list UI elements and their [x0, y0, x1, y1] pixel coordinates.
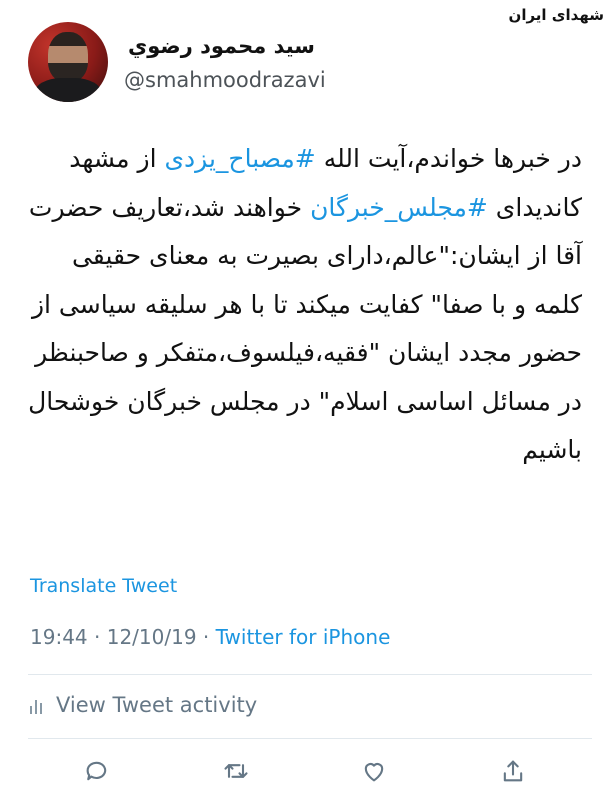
- avatar[interactable]: [28, 22, 108, 102]
- retweet-icon[interactable]: [219, 754, 253, 788]
- tweet-time: 19:44: [30, 625, 88, 649]
- hashtag-link[interactable]: #مصباح_یزدی: [164, 144, 315, 173]
- divider: [28, 674, 592, 675]
- tweet-text-segment: در خبرها خواندم،آیت الله: [315, 144, 582, 173]
- analytics-bars-icon: [30, 696, 42, 714]
- view-tweet-activity-link[interactable]: View Tweet activity: [30, 693, 257, 717]
- display-name[interactable]: سيد محمود رضوي: [128, 34, 315, 58]
- activity-label: View Tweet activity: [56, 693, 258, 717]
- translate-tweet-link[interactable]: Translate Tweet: [30, 575, 177, 597]
- hashtag-link[interactable]: #مجلس_خبرگان: [310, 193, 488, 222]
- like-icon[interactable]: [357, 754, 391, 788]
- tweet-date: 12/10/19: [106, 625, 197, 649]
- meta-separator: ·: [87, 625, 107, 649]
- reply-icon[interactable]: [80, 754, 114, 788]
- tweet-text-segment: خواهند شد،تعاریف حضرت آقا از ایشان:"عالم…: [28, 192, 582, 465]
- tweet-meta: 19:44 · 12/10/19 · Twitter for iPhone: [30, 625, 390, 649]
- divider: [28, 738, 592, 739]
- tweet-source-link[interactable]: Twitter for iPhone: [216, 625, 391, 649]
- share-icon[interactable]: [496, 754, 530, 788]
- tweet-text: در خبرها خواندم،آیت الله #مصباح_یزدی از …: [22, 135, 582, 475]
- tweet-header: سيد محمود رضوي @smahmoodrazavi: [28, 22, 588, 106]
- meta-separator: ·: [196, 625, 216, 649]
- user-handle[interactable]: @smahmoodrazavi: [124, 68, 326, 92]
- tweet-actions: [80, 753, 530, 789]
